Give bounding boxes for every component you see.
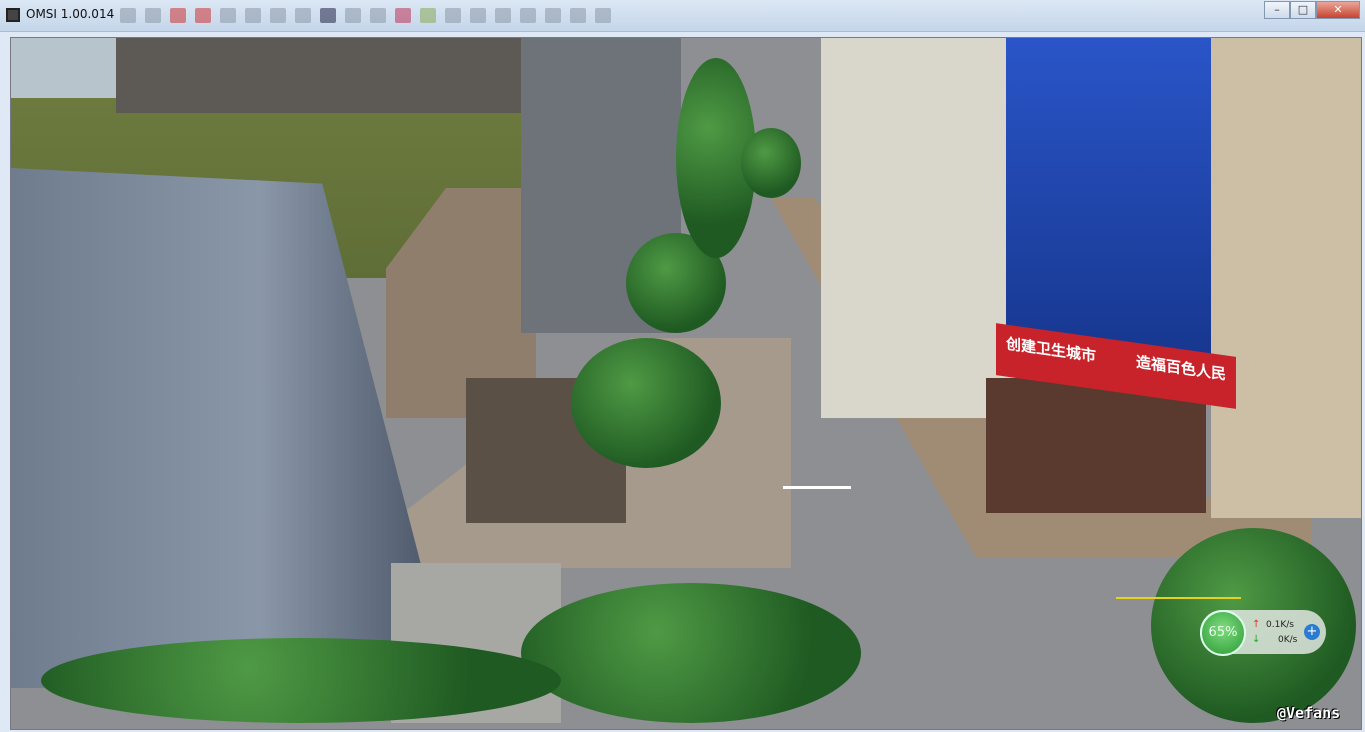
toolbar-icon[interactable]	[420, 8, 436, 23]
download-speed: 0K/s	[1278, 635, 1298, 645]
toolbar-icon[interactable]	[370, 8, 386, 23]
toolbar-icon[interactable]	[445, 8, 461, 23]
watermark: @Vefans	[1277, 704, 1341, 722]
toolbar-icon[interactable]	[270, 8, 286, 23]
memory-gauge[interactable]: 65%	[1200, 610, 1246, 656]
toolbar-icon[interactable]	[170, 8, 186, 23]
toolbar-icon[interactable]	[345, 8, 361, 23]
toolbar-icon[interactable]	[495, 8, 511, 23]
toolbar-icon[interactable]	[245, 8, 261, 23]
distant-building	[116, 38, 526, 113]
toolbar-icon[interactable]	[520, 8, 536, 23]
window-title: OMSI 1.00.014	[26, 7, 115, 21]
window-controls: – □ ✕	[1264, 1, 1360, 19]
toolbar-icon[interactable]	[595, 8, 611, 23]
tree	[521, 583, 861, 723]
stop-line	[783, 486, 851, 489]
upload-speed: 0.1K/s	[1266, 620, 1294, 630]
network-monitor-widget[interactable]: 65% ↑ 0.1K/s ↓ 0K/s +	[1200, 610, 1326, 656]
toolbar-icon[interactable]	[545, 8, 561, 23]
tree	[741, 128, 801, 198]
billboard-left-text: 创建卫生城市	[1006, 334, 1097, 366]
toolbar-icon[interactable]	[295, 8, 311, 23]
billboard-right-text: 造福百色人民	[1135, 352, 1226, 384]
minimize-button[interactable]: –	[1264, 1, 1290, 19]
toolbar-icon[interactable]	[120, 8, 136, 23]
title-bar: OMSI 1.00.014 – □ ✕	[0, 0, 1365, 32]
yellow-line	[1116, 597, 1241, 599]
download-arrow-icon: ↓	[1252, 634, 1261, 645]
beige-building	[1211, 38, 1361, 518]
toolbar-icon[interactable]	[195, 8, 211, 23]
app-icon	[6, 8, 20, 22]
toolbar-icon[interactable]	[570, 8, 586, 23]
maximize-button[interactable]: □	[1290, 1, 1316, 19]
tree	[41, 638, 561, 723]
game-viewport[interactable]: 创建卫生城市 造福百色人民	[10, 37, 1362, 730]
toolbar-icon[interactable]	[470, 8, 486, 23]
close-button[interactable]: ✕	[1316, 1, 1360, 19]
toolbar-icon[interactable]	[220, 8, 236, 23]
toolbar-icon[interactable]	[145, 8, 161, 23]
tree	[571, 338, 721, 468]
upload-arrow-icon: ↑	[1252, 619, 1261, 630]
toolbar-icon[interactable]	[320, 8, 336, 23]
toolbar-icon[interactable]	[395, 8, 411, 23]
toolbar-icons	[120, 8, 611, 23]
plus-icon[interactable]: +	[1304, 624, 1320, 640]
